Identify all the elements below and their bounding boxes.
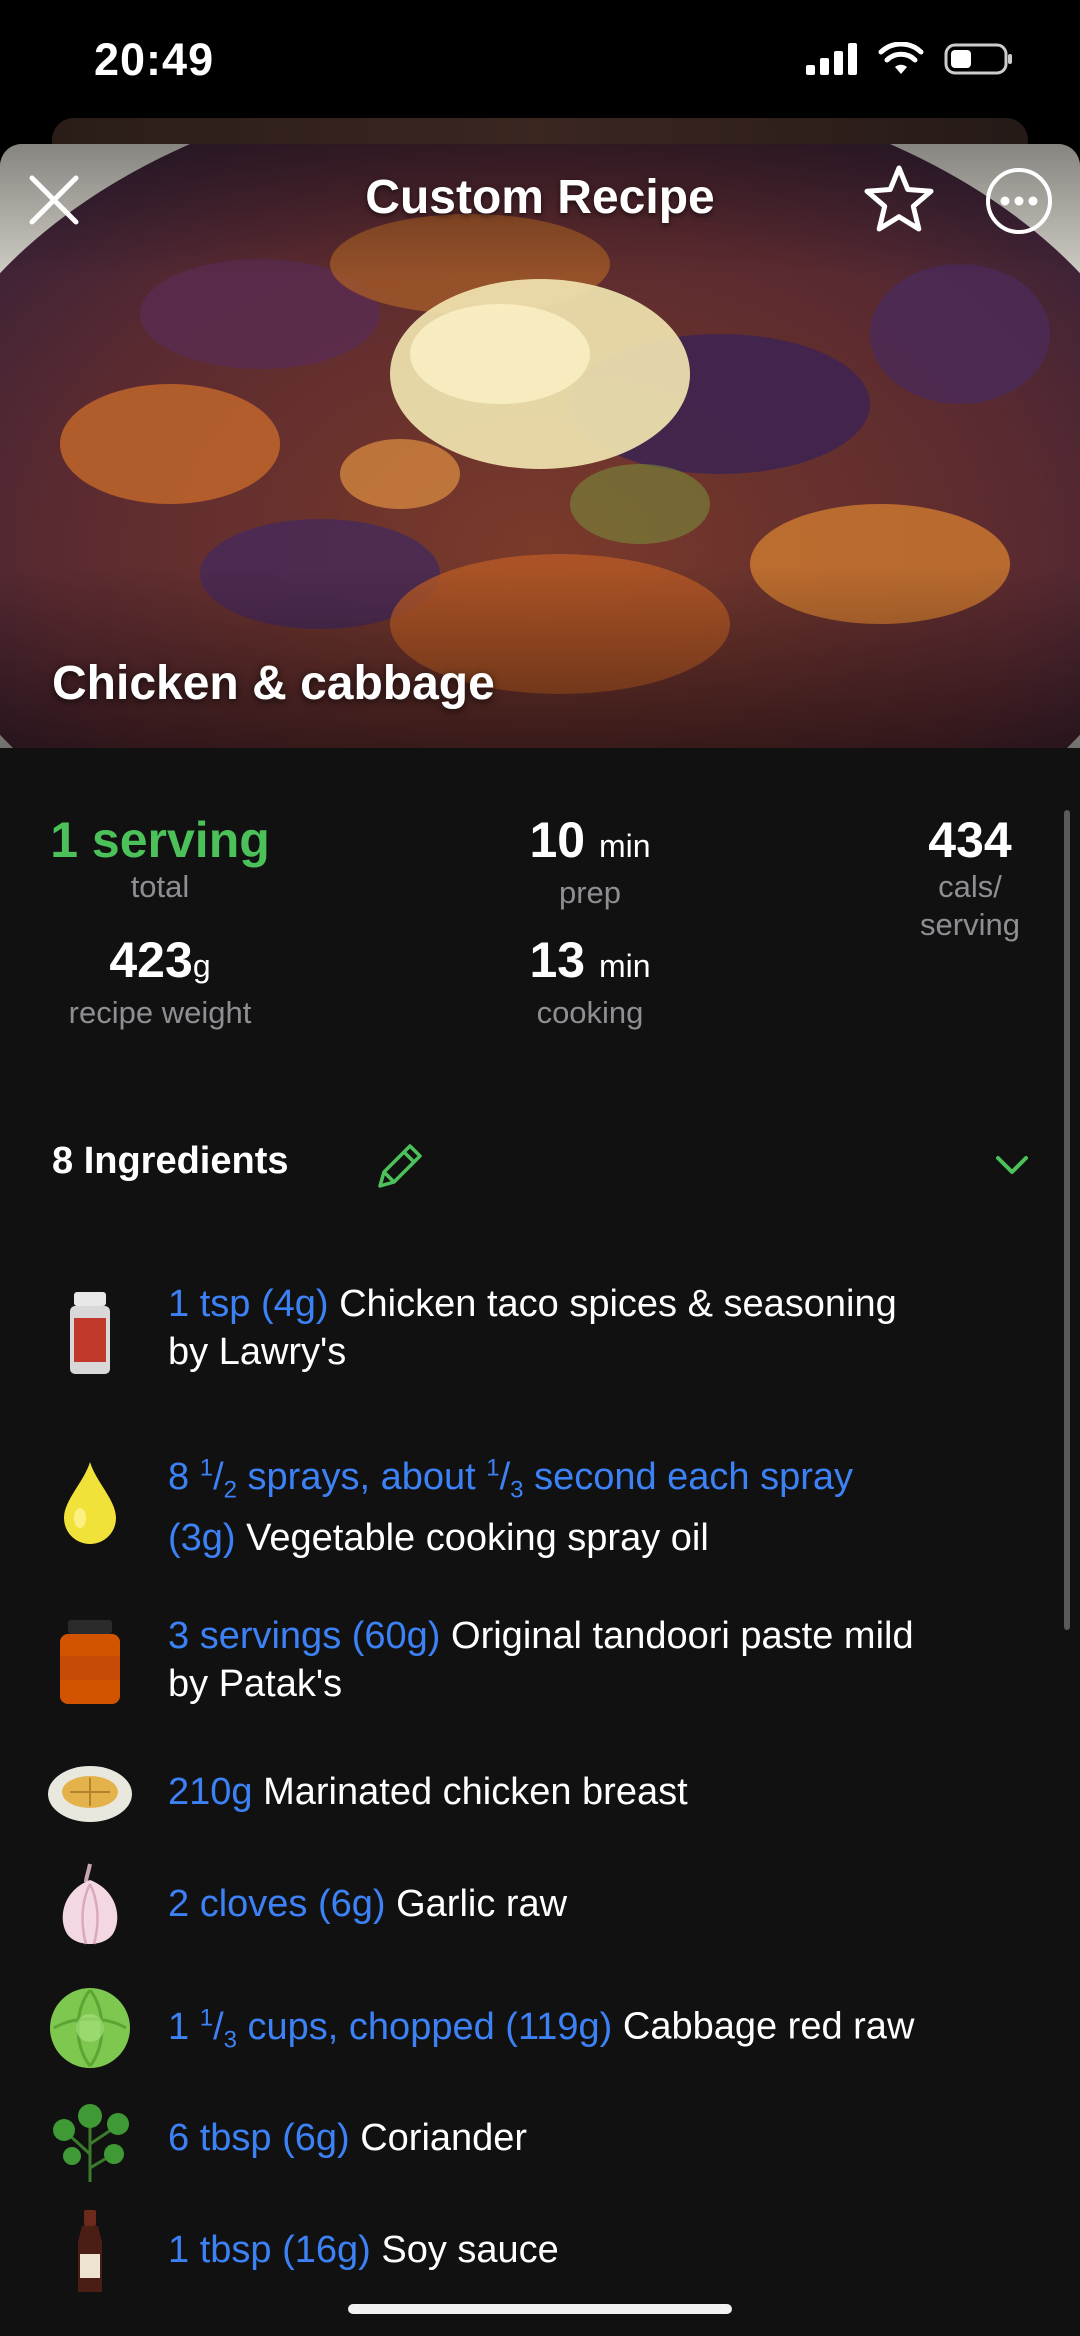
calories-stat: 434 cals/ serving — [890, 812, 1050, 944]
garlic-icon — [62, 1863, 118, 1945]
ingredient-brand: by Patak's — [168, 1663, 343, 1705]
ingredient-name: Original tandoori paste mild — [451, 1615, 914, 1657]
recipe-hero: Custom Recipe Chicken & cabbage — [0, 144, 1080, 748]
cooking-label: cooking — [536, 995, 644, 1030]
cooking-value: 13 — [529, 932, 586, 988]
chicken-plate-icon — [48, 1766, 132, 1822]
prep-stat: 10 min prep — [500, 812, 680, 912]
ingredient-quantity: 210g — [168, 1771, 253, 1813]
ingredient-name: Soy sauce — [381, 2229, 559, 2271]
spice-jar-icon — [70, 1292, 110, 1374]
ingredients-title: 8 Ingredients — [52, 1140, 289, 1182]
ingredient-quantity: 1 tbsp (16g) — [168, 2229, 371, 2271]
ingredient-quantity: 2 cloves (6g) — [168, 1883, 386, 1925]
sauce-bottle-icon — [78, 2210, 102, 2292]
ingredient-quantity: 1 1/3 cups, chopped (119g) — [168, 2004, 613, 2054]
ingredient-name: Coriander — [360, 2117, 528, 2159]
calories-label-line1: cals/ — [938, 869, 1002, 904]
home-indicator[interactable] — [348, 2304, 732, 2314]
prep-unit: min — [598, 828, 651, 864]
prep-label: prep — [558, 875, 622, 910]
ingredient-weight: (3g) — [168, 1517, 236, 1560]
oil-drop-icon — [64, 1462, 116, 1544]
wifi-icon — [878, 42, 924, 74]
ingredient-name: Chicken taco spices & seasoning — [339, 1283, 897, 1325]
cooking-unit: min — [598, 948, 651, 984]
recipe-name: Chicken & cabbage — [52, 657, 495, 710]
ingredient-quantity: 1 tsp (4g) — [168, 1283, 329, 1325]
ingredient-quantity: 3 servings (60g) — [168, 1615, 441, 1657]
weight-stat: 423g recipe weight — [40, 932, 280, 1032]
more-options-icon[interactable] — [984, 166, 1054, 236]
cabbage-icon — [50, 1988, 130, 2068]
status-icons — [806, 42, 1014, 76]
ingredient-quantity: 6 tbsp (6g) — [168, 2117, 350, 2159]
servings-label: total — [130, 869, 190, 904]
herb-icon — [53, 2104, 129, 2182]
ingredient-name: Marinated chicken breast — [263, 1771, 688, 1813]
servings-value: 1 serving — [50, 812, 270, 868]
ingredient-brand: by Lawry's — [168, 1331, 347, 1373]
calories-label-line2: serving — [920, 907, 1020, 942]
collapse-chevron-icon[interactable] — [992, 1148, 1032, 1184]
prep-value: 10 — [529, 812, 586, 868]
battery-icon — [944, 43, 1012, 75]
weight-label: recipe weight — [68, 995, 252, 1030]
ingredient-name: Vegetable cooking spray oil — [246, 1517, 709, 1560]
status-time: 20:49 — [94, 34, 215, 85]
ingredient-name: Cabbage red raw — [622, 2005, 915, 2048]
signal-icon — [806, 43, 857, 75]
ingredient-quantity: 8 1/2 sprays, about 1/3 second each spra… — [168, 1454, 854, 1504]
ingredient-name: Garlic raw — [396, 1883, 568, 1925]
status-bar: 20:49 — [0, 0, 1080, 120]
favorite-star-icon[interactable] — [862, 162, 936, 236]
paste-jar-icon — [60, 1620, 120, 1704]
edit-pencil-icon[interactable] — [370, 1138, 428, 1196]
cooking-stat: 13 min cooking — [500, 932, 680, 1032]
scrollbar[interactable] — [1064, 810, 1070, 1630]
weight-unit: g — [192, 948, 211, 984]
servings-stat[interactable]: 1 serving total — [40, 812, 280, 906]
weight-value: 423 — [109, 932, 193, 988]
calories-value: 434 — [928, 812, 1012, 868]
